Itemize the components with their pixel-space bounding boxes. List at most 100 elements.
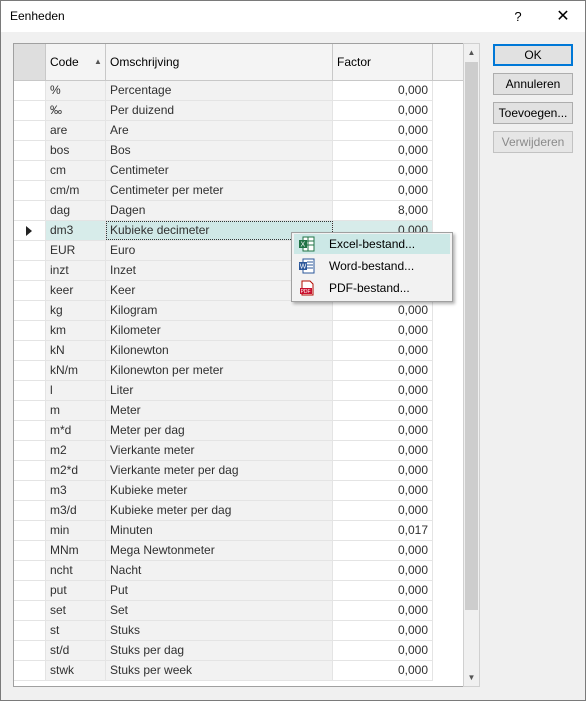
row-selector[interactable] [14,261,46,280]
row-selector[interactable] [14,201,46,220]
cell-omschrijving[interactable]: Put [106,581,333,600]
row-selector[interactable] [14,361,46,380]
cell-code[interactable]: dag [46,201,106,220]
cell-omschrijving[interactable]: Kilometer [106,321,333,340]
cell-code[interactable]: bos [46,141,106,160]
row-selector[interactable] [14,501,46,520]
cell-omschrijving[interactable]: Meter per dag [106,421,333,440]
scrollbar-thumb[interactable] [465,62,478,610]
cell-omschrijving[interactable]: Mega Newtonmeter [106,541,333,560]
cell-omschrijving[interactable]: Kilogram [106,301,333,320]
cell-code[interactable]: m2*d [46,461,106,480]
annuleren-button[interactable]: Annuleren [493,73,573,95]
cell-code[interactable]: % [46,81,106,100]
menu-item-excel[interactable]: X Excel-bestand... [294,234,450,254]
table-row[interactable]: st/d Stuks per dag 0,000 [14,641,433,661]
column-header-code[interactable]: Code ▲ [46,44,106,80]
cell-omschrijving[interactable]: Dagen [106,201,333,220]
table-row[interactable]: kN/m Kilonewton per meter 0,000 [14,361,433,381]
table-row[interactable]: m*d Meter per dag 0,000 [14,421,433,441]
cell-omschrijving[interactable]: Vierkante meter [106,441,333,460]
cell-factor[interactable]: 0,000 [333,601,433,620]
cell-omschrijving[interactable]: Centimeter per meter [106,181,333,200]
table-row[interactable]: m Meter 0,000 [14,401,433,421]
row-selector[interactable] [14,421,46,440]
cell-factor[interactable]: 0,000 [333,101,433,120]
table-row[interactable]: put Put 0,000 [14,581,433,601]
cell-code[interactable]: ncht [46,561,106,580]
cell-factor[interactable]: 0,017 [333,521,433,540]
row-selector[interactable] [14,561,46,580]
table-row[interactable]: cm/m Centimeter per meter 0,000 [14,181,433,201]
cell-omschrijving[interactable]: Set [106,601,333,620]
cell-factor[interactable]: 0,000 [333,301,433,320]
cell-factor[interactable]: 0,000 [333,481,433,500]
cell-code[interactable]: min [46,521,106,540]
cell-code[interactable]: kN [46,341,106,360]
table-row[interactable]: l Liter 0,000 [14,381,433,401]
table-row[interactable]: % Percentage 0,000 [14,81,433,101]
cell-factor[interactable]: 0,000 [333,181,433,200]
cell-factor[interactable]: 0,000 [333,541,433,560]
verwijderen-button[interactable]: Verwijderen [493,131,573,153]
table-row[interactable]: st Stuks 0,000 [14,621,433,641]
cell-code[interactable]: cm/m [46,181,106,200]
cell-factor[interactable]: 0,000 [333,661,433,680]
row-selector[interactable] [14,481,46,500]
table-row[interactable]: dag Dagen 8,000 [14,201,433,221]
cell-code[interactable]: MNm [46,541,106,560]
menu-item-word[interactable]: W Word-bestand... [294,256,450,276]
cell-code[interactable]: st [46,621,106,640]
row-selector[interactable] [14,301,46,320]
scroll-down-icon[interactable]: ▼ [464,669,479,686]
cell-factor[interactable]: 0,000 [333,321,433,340]
cell-factor[interactable]: 0,000 [333,421,433,440]
cell-omschrijving[interactable]: Kubieke meter per dag [106,501,333,520]
cell-omschrijving[interactable]: Bos [106,141,333,160]
table-row[interactable]: MNm Mega Newtonmeter 0,000 [14,541,433,561]
table-row[interactable]: ncht Nacht 0,000 [14,561,433,581]
row-selector[interactable] [14,221,46,240]
row-selector[interactable] [14,281,46,300]
cell-factor[interactable]: 0,000 [333,561,433,580]
cell-factor[interactable]: 0,000 [333,81,433,100]
cell-omschrijving[interactable]: Kilonewton per meter [106,361,333,380]
row-selector[interactable] [14,581,46,600]
table-row[interactable]: bos Bos 0,000 [14,141,433,161]
cell-omschrijving[interactable]: Meter [106,401,333,420]
row-selector[interactable] [14,181,46,200]
cell-code[interactable]: inzt [46,261,106,280]
cell-omschrijving[interactable]: Liter [106,381,333,400]
cell-code[interactable]: cm [46,161,106,180]
cell-code[interactable]: st/d [46,641,106,660]
row-selector-header[interactable] [14,44,46,80]
cell-code[interactable]: m2 [46,441,106,460]
cell-factor[interactable]: 0,000 [333,161,433,180]
cell-code[interactable]: stwk [46,661,106,680]
row-selector[interactable] [14,241,46,260]
row-selector[interactable] [14,101,46,120]
cell-omschrijving[interactable]: Minuten [106,521,333,540]
row-selector[interactable] [14,341,46,360]
cell-omschrijving[interactable]: Are [106,121,333,140]
cell-code[interactable]: ‰ [46,101,106,120]
cell-omschrijving[interactable]: Kubieke meter [106,481,333,500]
cell-code[interactable]: m [46,401,106,420]
table-row[interactable]: m3/d Kubieke meter per dag 0,000 [14,501,433,521]
row-selector[interactable] [14,461,46,480]
help-button[interactable]: ? [507,6,529,28]
cell-code[interactable]: put [46,581,106,600]
cell-factor[interactable]: 0,000 [333,381,433,400]
cell-omschrijving[interactable]: Centimeter [106,161,333,180]
cell-omschrijving[interactable]: Vierkante meter per dag [106,461,333,480]
cell-code[interactable]: EUR [46,241,106,260]
table-row[interactable]: kN Kilonewton 0,000 [14,341,433,361]
row-selector[interactable] [14,161,46,180]
cell-factor[interactable]: 0,000 [333,581,433,600]
row-selector[interactable] [14,541,46,560]
row-selector[interactable] [14,141,46,160]
table-row[interactable]: cm Centimeter 0,000 [14,161,433,181]
row-selector[interactable] [14,401,46,420]
cell-code[interactable]: dm3 [46,221,106,240]
column-header-omschrijving[interactable]: Omschrijving [106,44,333,80]
